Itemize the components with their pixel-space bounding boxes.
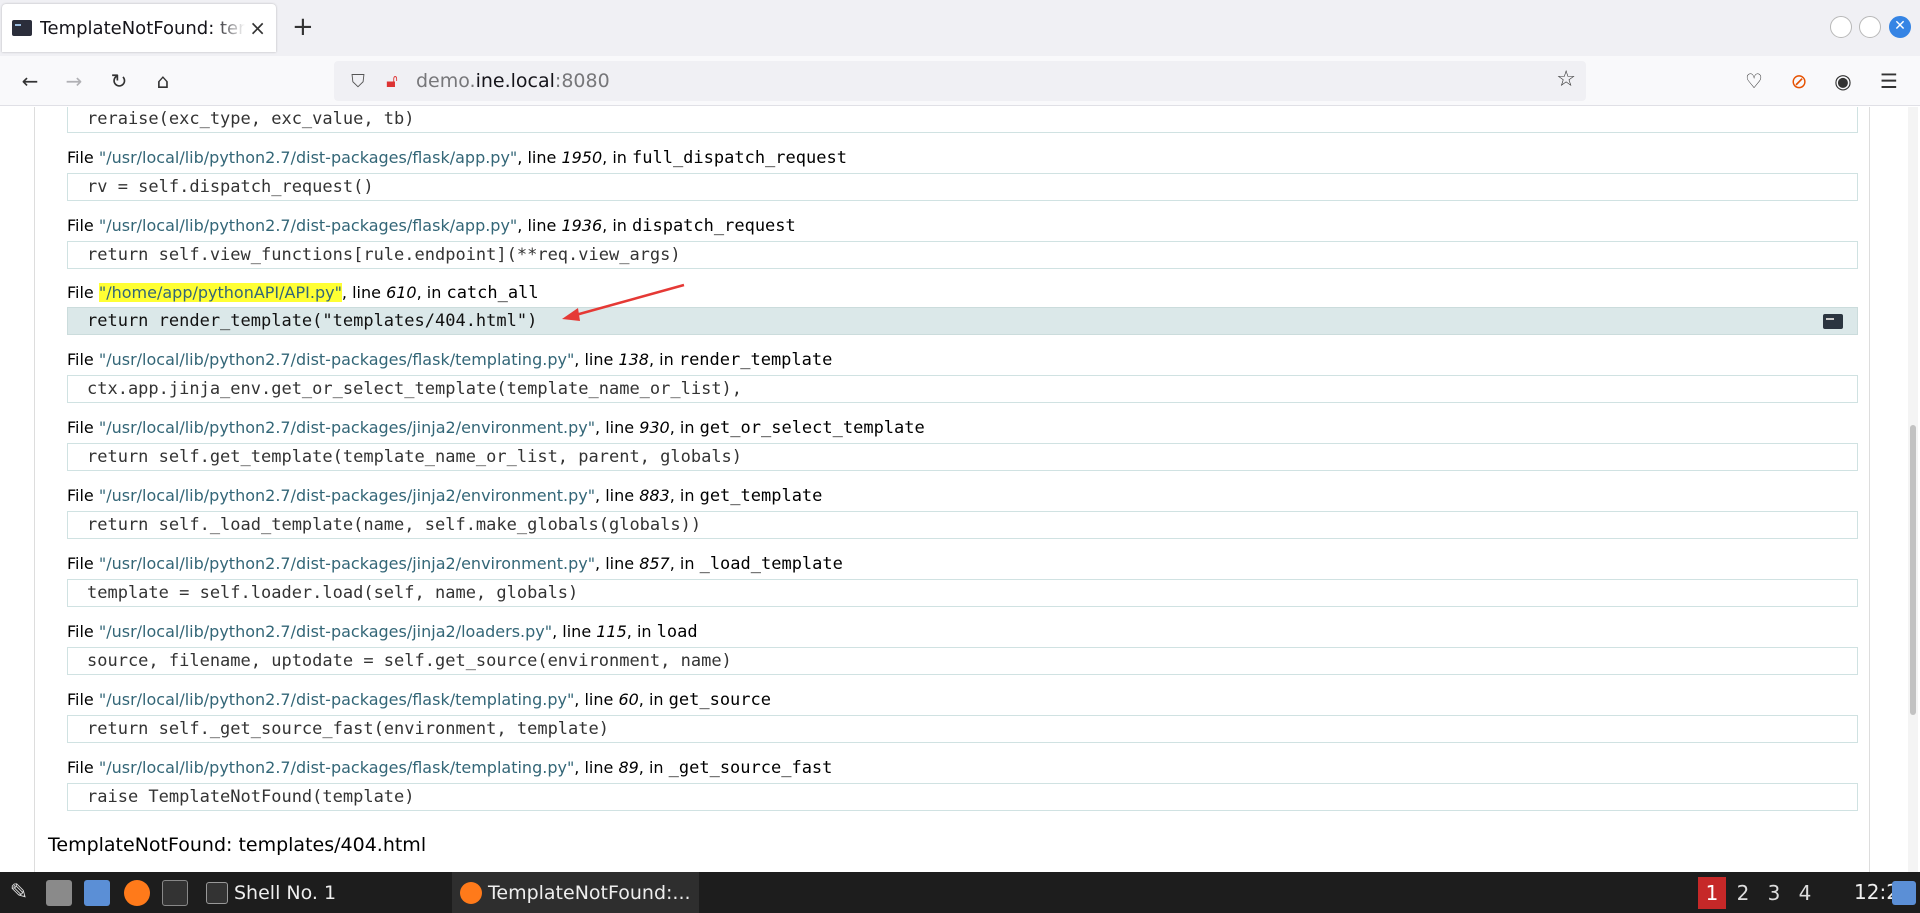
task-label: TemplateNotFound:... bbox=[488, 881, 691, 904]
workspace-1[interactable]: 1 bbox=[1698, 877, 1726, 909]
terminal-icon[interactable] bbox=[162, 880, 188, 906]
terminal-icon bbox=[206, 881, 228, 904]
taskbar-task-firefox[interactable]: TemplateNotFound:... bbox=[452, 872, 699, 913]
tools-icon[interactable]: ✎ bbox=[6, 880, 32, 906]
firefox-icon[interactable] bbox=[124, 880, 150, 906]
url-bar[interactable]: ⛉ 🔓︎ demo.ine.local:8080 ☆ bbox=[334, 61, 1586, 101]
url-text: demo.ine.local:8080 bbox=[416, 70, 610, 92]
cookie-icon[interactable]: ◉ bbox=[1828, 66, 1858, 96]
window-close-button[interactable]: ✕ bbox=[1889, 16, 1911, 38]
user-icon[interactable] bbox=[1892, 881, 1916, 905]
firefox-icon bbox=[460, 881, 482, 904]
text-editor-icon[interactable] bbox=[84, 880, 110, 906]
forward-arrow-icon[interactable]: → bbox=[59, 66, 89, 96]
minimize-button[interactable] bbox=[1830, 16, 1852, 38]
menu-hamburger-icon[interactable]: ☰ bbox=[1874, 66, 1904, 96]
shield-icon[interactable]: ⛉ bbox=[348, 71, 368, 92]
annotation-arrow bbox=[562, 283, 685, 321]
workspace-3[interactable]: 3 bbox=[1760, 877, 1788, 909]
taskbar-task-shell[interactable]: Shell No. 1 bbox=[206, 872, 336, 913]
maximize-button[interactable] bbox=[1859, 16, 1881, 38]
reload-icon[interactable]: ↻ bbox=[104, 66, 134, 96]
workspace-4[interactable]: 4 bbox=[1791, 877, 1819, 909]
bookmark-star-icon[interactable]: ☆ bbox=[1556, 67, 1576, 92]
taskbar: ✎ Shell No. 1 TemplateNotFound:... 1 2 3… bbox=[0, 872, 1920, 913]
workspace-2[interactable]: 2 bbox=[1729, 877, 1757, 909]
page-content: reraise(exc_type, exc_value, tb) File "/u… bbox=[0, 107, 1920, 872]
browser-tab[interactable]: TemplateNotFound: templates/404.html // … bbox=[2, 4, 276, 52]
new-tab-button[interactable]: + bbox=[292, 12, 314, 42]
pocket-icon[interactable]: ♡ bbox=[1739, 66, 1769, 96]
terminal-favicon-icon bbox=[12, 20, 32, 36]
task-label: Shell No. 1 bbox=[234, 881, 337, 904]
home-icon[interactable]: ⌂ bbox=[148, 66, 178, 96]
navigation-toolbar: ← → ↻ ⌂ ⛉ 🔓︎ demo.ine.local:8080 ☆ ♡ ⊘ ◉… bbox=[0, 56, 1920, 106]
tab-title: TemplateNotFound: templates/404.html // … bbox=[39, 17, 246, 39]
tab-bar: TemplateNotFound: templates/404.html // … bbox=[0, 0, 1920, 56]
insecure-lock-icon[interactable]: 🔓︎ bbox=[382, 71, 402, 92]
extension-icon[interactable]: ⊘ bbox=[1784, 66, 1814, 96]
file-manager-icon[interactable] bbox=[46, 880, 72, 906]
tab-close-icon[interactable]: × bbox=[249, 16, 266, 40]
back-arrow-icon[interactable]: ← bbox=[15, 66, 45, 96]
